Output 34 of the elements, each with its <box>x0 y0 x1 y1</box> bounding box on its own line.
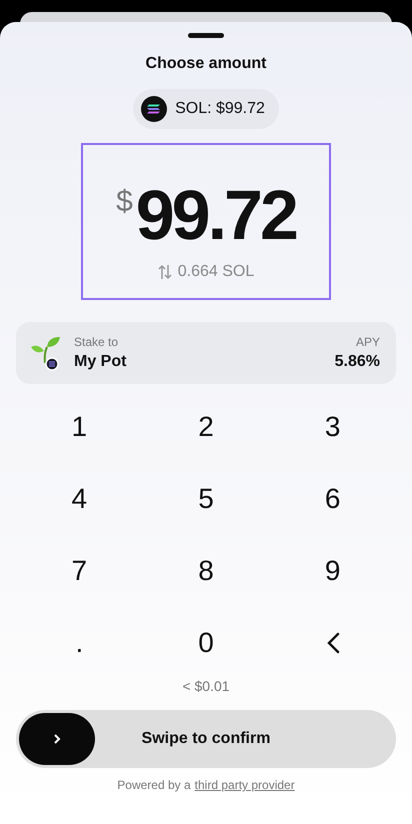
keypad-key[interactable]: 5 <box>142 472 270 526</box>
swap-icon[interactable] <box>158 263 172 281</box>
fee-text: < $0.01 <box>182 678 230 694</box>
keypad-key[interactable]: 7 <box>16 544 143 598</box>
swipe-track[interactable]: Swipe to confirm <box>16 710 396 768</box>
token-pill[interactable]: SOL: $99.72 <box>133 89 279 129</box>
drag-handle[interactable] <box>188 33 224 38</box>
amount-field[interactable]: $99.72 0.664 SOL <box>81 143 331 300</box>
keypad-key[interactable]: 1 <box>16 400 143 454</box>
sheet-title: Choose amount <box>146 55 266 73</box>
swipe-handle[interactable] <box>19 713 95 765</box>
amount-value: 99.72 <box>136 175 296 255</box>
chevron-right-icon <box>53 733 61 745</box>
apy-value: 5.86% <box>334 353 380 371</box>
pot-name: My Pot <box>74 353 126 371</box>
apy-label: APY <box>356 335 380 349</box>
keypad-key[interactable]: 6 <box>269 472 396 526</box>
provider-link[interactable]: third party provider <box>194 778 295 792</box>
chevron-left-icon <box>326 632 340 654</box>
token-icon <box>141 96 168 122</box>
stake-card[interactable]: Stake to My Pot APY 5.86% <box>16 322 396 384</box>
currency-symbol: $ <box>116 185 133 219</box>
keypad-key[interactable]: . <box>16 616 143 670</box>
footer-text: Powered by a <box>117 778 191 792</box>
keypad-key[interactable]: 9 <box>269 544 396 598</box>
keypad-key[interactable]: 8 <box>142 544 270 598</box>
keypad-key[interactable]: 0 <box>142 616 270 670</box>
stake-label: Stake to <box>74 335 120 349</box>
conversion-amount: 0.664 SOL <box>178 263 254 281</box>
keypad-key[interactable]: 3 <box>269 400 396 454</box>
swipe-label: Swipe to confirm <box>142 730 270 748</box>
keypad-key[interactable]: 4 <box>16 472 143 526</box>
keypad-key[interactable]: 2 <box>142 400 270 454</box>
sprout-icon <box>30 335 62 371</box>
